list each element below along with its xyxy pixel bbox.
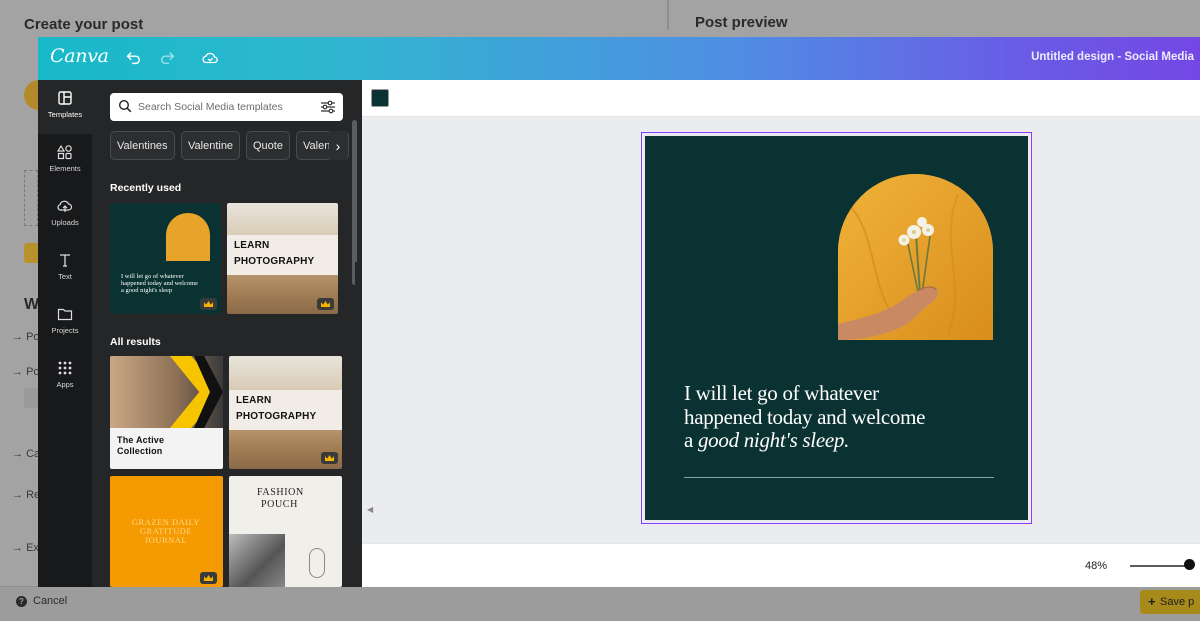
thumb-title-line2: PHOTOGRAPHY (236, 411, 317, 422)
help-icon: ? (16, 595, 27, 607)
host-page-title: Create your post (24, 16, 144, 33)
all-results-heading: All results (110, 336, 161, 348)
undo-icon[interactable] (123, 48, 143, 68)
panel-scrollbar[interactable] (352, 120, 357, 285)
rail-item-text[interactable]: Text (38, 242, 92, 296)
rail-label: Elements (49, 164, 81, 173)
elements-icon (57, 144, 72, 160)
chip[interactable]: Quote (246, 131, 290, 160)
thumb-title-line2: Collection (117, 446, 163, 456)
thumb-quote-text: I will let go of whatever happened today… (121, 273, 199, 294)
host-row-fragment: → Po (12, 331, 40, 343)
host-preview-title: Post preview (695, 14, 788, 31)
filter-icon[interactable] (320, 99, 336, 115)
design-quote-text[interactable]: I will let go of whatever happened today… (684, 381, 1004, 453)
host-row-fragment: → Re (12, 489, 41, 501)
rail-item-templates[interactable]: Templates (38, 80, 92, 134)
projects-icon (57, 308, 73, 321)
template-thumb[interactable]: FASHION POUCH (229, 476, 342, 587)
scroll-left-icon[interactable]: ◀ (367, 505, 373, 514)
canvas-workspace: I will let go of whatever happened today… (362, 80, 1200, 587)
crown-icon (200, 572, 217, 584)
zoom-level[interactable]: 48% (1085, 560, 1107, 572)
design-selection-frame[interactable]: I will let go of whatever happened today… (641, 132, 1032, 524)
rail-label: Text (58, 272, 72, 281)
redo-icon[interactable] (158, 48, 178, 68)
arch-photo[interactable] (838, 174, 993, 340)
arch-image (166, 213, 210, 261)
text-icon (60, 254, 70, 267)
crown-icon (321, 452, 338, 464)
thumb-shape (309, 548, 325, 578)
thumb-title-line1: LEARN (234, 240, 270, 251)
template-thumb[interactable]: I will let go of whatever happened today… (110, 203, 221, 314)
host-row-fragment: → Ex (12, 542, 39, 554)
quote-line: a good night's sleep. (684, 428, 1004, 453)
rail-label: Apps (56, 380, 74, 389)
thumb-title-line1: LEARN (236, 395, 272, 406)
host-cancel-button[interactable]: ? Cancel (16, 595, 67, 607)
template-search[interactable] (110, 93, 343, 121)
crown-icon (200, 298, 217, 310)
suggestion-chips: Valentines Valentine Quote Valentin (110, 131, 350, 160)
hand-flower-illustration (838, 174, 993, 340)
host-footer (0, 586, 1200, 621)
thumb-title-line2: POUCH (261, 499, 298, 510)
template-thumb[interactable]: GRAZEN DAILY GRATITUDE JOURNAL (110, 476, 223, 587)
templates-panel: Valentines Valentine Quote Valentin › Re… (92, 80, 362, 587)
rail-item-uploads[interactable]: Uploads (38, 188, 92, 242)
search-input[interactable] (138, 97, 308, 117)
thumb-title-line1: The Active (117, 435, 165, 445)
templates-icon (58, 91, 72, 105)
document-title[interactable]: Untitled design - Social Media (1031, 51, 1194, 63)
editor-topbar: Canva Untitled design - Social Media (38, 37, 1200, 80)
apps-icon (58, 361, 72, 375)
host-heading-fragment: W (24, 296, 40, 313)
search-icon (118, 99, 132, 113)
host-divider (667, 0, 669, 30)
background-color-swatch[interactable] (371, 89, 389, 107)
template-thumb[interactable]: The Active Collection (110, 356, 223, 469)
rail-label: Templates (47, 110, 83, 119)
host-row-fragment: → Ca (12, 448, 41, 460)
template-thumb[interactable]: LEARN PHOTOGRAPHY (229, 356, 342, 469)
design-canvas[interactable]: I will let go of whatever happened today… (645, 136, 1028, 520)
rail-item-elements[interactable]: Elements (38, 134, 92, 188)
zoom-slider-handle[interactable] (1184, 559, 1195, 570)
design-divider-line[interactable] (684, 477, 994, 478)
canva-logo[interactable]: Canva (50, 45, 109, 67)
rail-label: Uploads (51, 218, 79, 227)
template-thumb[interactable]: LEARN PHOTOGRAPHY (227, 203, 338, 314)
host-row-fragment: → Po (12, 366, 40, 378)
cloud-save-icon[interactable] (200, 48, 220, 68)
thumb-title-line1: FASHION (257, 487, 304, 498)
quote-line: happened today and welcome (684, 404, 926, 429)
uploads-icon (57, 200, 73, 212)
recently-used-heading: Recently used (110, 182, 182, 194)
chip[interactable]: Valentines (110, 131, 175, 160)
host-save-button[interactable]: Save p (1140, 590, 1200, 614)
host-upload-box (24, 170, 38, 226)
quote-italic: good night's sleep. (697, 428, 850, 453)
rail-item-projects[interactable]: Projects (38, 296, 92, 350)
chevron-right-icon[interactable]: › (329, 131, 347, 160)
canva-editor: Canva Untitled design - Social Media Tem… (38, 37, 1200, 587)
thumb-title-line2: PHOTOGRAPHY (234, 256, 315, 267)
thumb-photo (229, 534, 285, 587)
rail-label: Projects (51, 326, 79, 335)
chip[interactable]: Valentine (181, 131, 241, 160)
quote-line: I will let go of whatever (684, 381, 879, 405)
thumb-title: GRAZEN DAILY GRATITUDE JOURNAL (131, 517, 201, 545)
bottom-bar: 48% (362, 543, 1200, 587)
quote-prefix: a (684, 428, 698, 453)
rail-item-apps[interactable]: Apps (38, 350, 92, 404)
crown-icon (317, 298, 334, 310)
side-rail: Templates Elements Uploads Text Projects… (38, 80, 92, 587)
context-toolbar (362, 80, 1200, 117)
